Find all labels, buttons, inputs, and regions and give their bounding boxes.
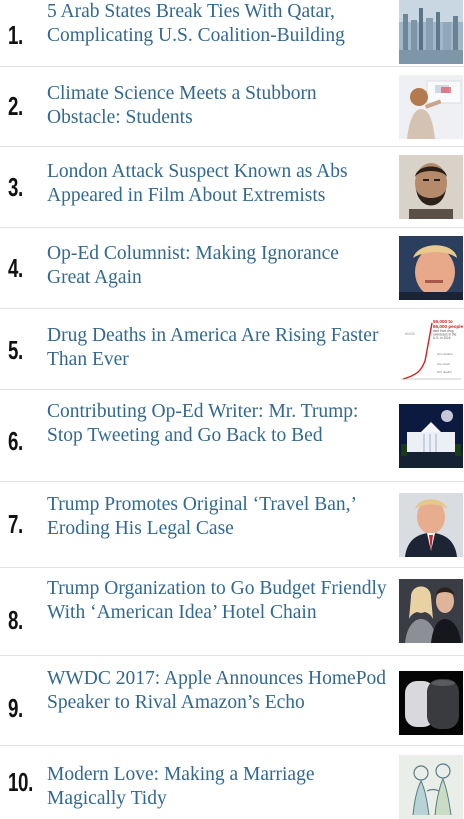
trump-family-thumbnail[interactable]	[399, 579, 463, 643]
article-headline-link[interactable]: Drug Deaths in America Are Rising Faster…	[47, 324, 387, 372]
article-row[interactable]: 4. Op-Ed Columnist: Making Ignorance Grea…	[0, 227, 464, 308]
article-row[interactable]: 10. Modern Love: Making a Marriage Magica…	[0, 745, 464, 819]
homepod-speaker-thumbnail[interactable]	[399, 671, 463, 735]
article-rank: 10.	[8, 767, 33, 797]
drug-deaths-chart-thumbnail[interactable]: 59,000 to 65,000 people died from drug o…	[399, 317, 463, 381]
article-row[interactable]: 5. Drug Deaths in America Are Rising Fast…	[0, 308, 464, 389]
article-row[interactable]: 2. Climate Science Meets a Stubborn Obsta…	[0, 67, 464, 146]
suspect-portrait-thumbnail[interactable]	[399, 155, 463, 219]
article-rank: 2.	[8, 91, 23, 121]
article-headline-link[interactable]: 5 Arab States Break Ties With Qatar, Com…	[47, 0, 387, 48]
article-headline-link[interactable]: WWDC 2017: Apple Announces HomePod Speak…	[47, 667, 387, 715]
svg-text:U.S. in 2016: U.S. in 2016	[433, 336, 451, 340]
article-headline-link[interactable]: Modern Love: Making a Marriage Magically…	[47, 763, 387, 811]
article-row[interactable]: 6. Contributing Op-Ed Writer: Mr. Trump: …	[0, 389, 464, 481]
article-rank: 6.	[8, 426, 23, 456]
article-headline-link[interactable]: Climate Science Meets a Stubborn Obstacl…	[47, 82, 387, 130]
svg-text:60,000: 60,000	[405, 332, 415, 336]
article-row[interactable]: 8. Trump Organization to Go Budget Friend…	[0, 567, 464, 655]
svg-text:Car crash: Car crash	[437, 362, 450, 366]
article-rank: 9.	[8, 693, 23, 723]
article-rank: 4.	[8, 253, 23, 283]
article-rank: 1.	[8, 20, 23, 50]
white-house-night-thumbnail[interactable]	[399, 404, 463, 468]
article-headline-link[interactable]: London Attack Suspect Known as Abs Appea…	[47, 160, 387, 208]
article-row[interactable]: 7. Trump Promotes Original ‘Travel Ban,’ …	[0, 481, 464, 567]
svg-text:HIV deaths: HIV deaths	[437, 370, 452, 374]
article-rank: 3.	[8, 172, 23, 202]
svg-text:Gun deaths: Gun deaths	[437, 352, 453, 356]
student-at-board-thumbnail[interactable]	[399, 75, 463, 139]
trump-suit-thumbnail[interactable]	[399, 493, 463, 557]
city-skyline-thumbnail[interactable]	[399, 0, 463, 64]
article-row[interactable]: 1. 5 Arab States Break Ties With Qatar, C…	[0, 0, 464, 66]
trump-portrait-thumbnail[interactable]	[399, 236, 463, 300]
article-headline-link[interactable]: Contributing Op-Ed Writer: Mr. Trump: St…	[47, 400, 387, 448]
article-rank: 8.	[8, 605, 23, 635]
article-headline-link[interactable]: Trump Promotes Original ‘Travel Ban,’ Er…	[47, 493, 387, 541]
article-row[interactable]: 3. London Attack Suspect Known as Abs App…	[0, 146, 464, 227]
article-headline-link[interactable]: Op-Ed Columnist: Making Ignorance Great …	[47, 242, 387, 290]
article-headline-link[interactable]: Trump Organization to Go Budget Friendly…	[47, 577, 387, 625]
article-rank: 5.	[8, 335, 23, 365]
article-rank: 7.	[8, 509, 23, 539]
illustration-couple-thumbnail[interactable]	[399, 755, 463, 819]
article-row[interactable]: 9. WWDC 2017: Apple Announces HomePod Spe…	[0, 655, 464, 745]
